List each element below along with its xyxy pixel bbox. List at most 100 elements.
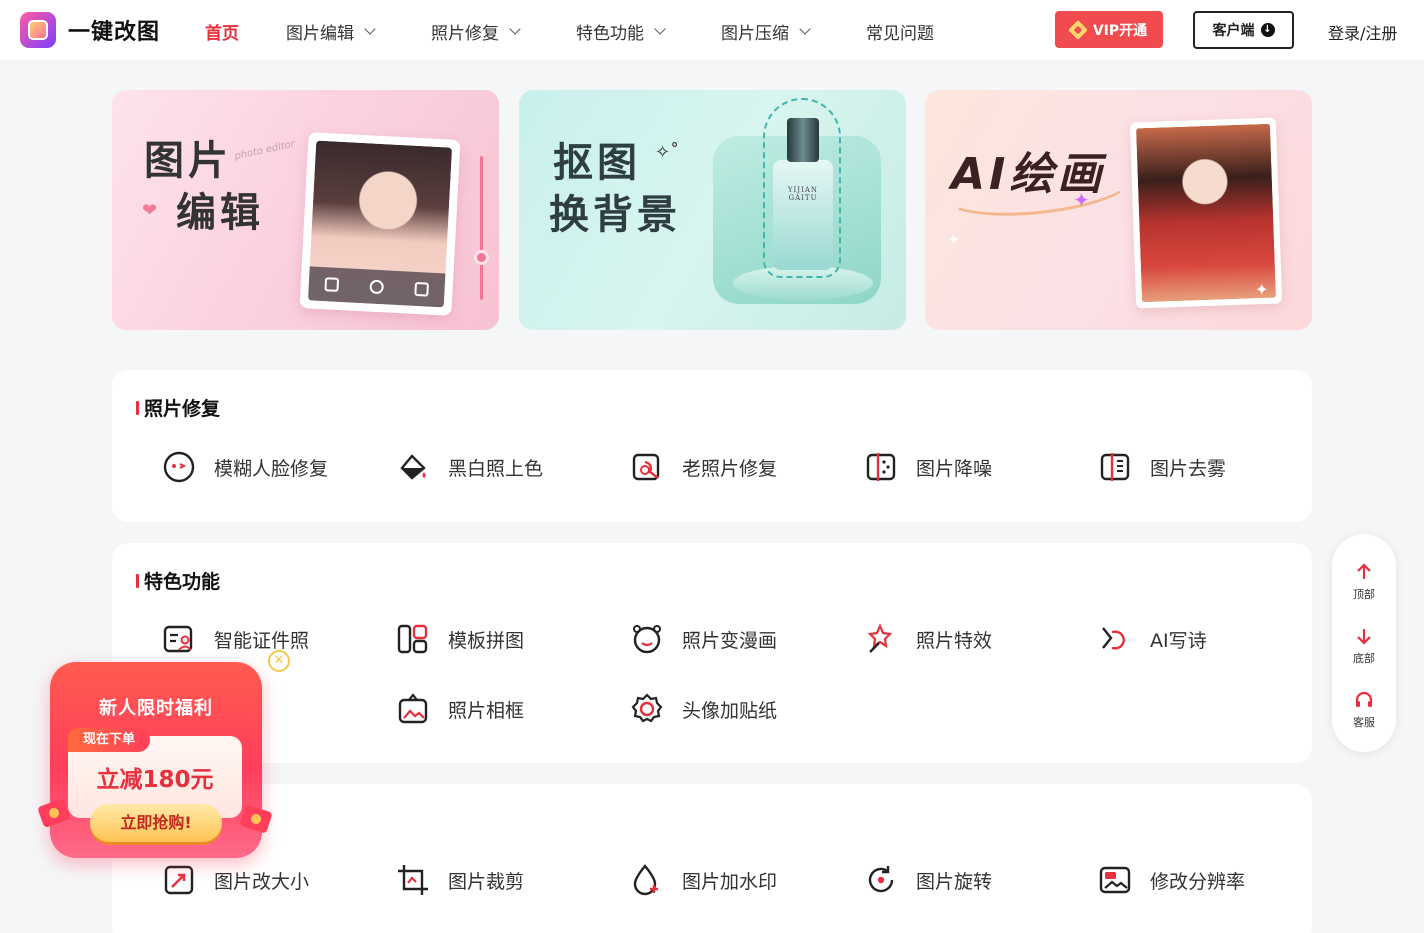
tool-label: 图片加水印 [682, 870, 778, 893]
old-photo-icon [630, 450, 664, 484]
sparkle-icon: ✦ [1255, 280, 1269, 299]
portrait-photo [299, 132, 461, 316]
nav-compress[interactable]: 图片压缩 [721, 19, 811, 44]
promo-tag: 现在下单 [68, 728, 150, 752]
tool-rotate[interactable]: 图片旋转 [864, 863, 992, 897]
adjust-icon [414, 281, 430, 297]
collage-icon [396, 622, 430, 656]
heart-icon: ❤ [142, 200, 158, 221]
tool-label: 照片相框 [448, 699, 525, 722]
cartoon-icon [630, 622, 664, 656]
tool-label: 图片裁剪 [448, 870, 525, 893]
promo-amount: 立减180元 [96, 767, 214, 793]
chevron-down-icon [364, 23, 376, 35]
chevron-down-icon [654, 23, 666, 35]
tool-sticker[interactable]: 头像加贴纸 [630, 692, 777, 726]
tool-resolution[interactable]: 修改分辨率 [1098, 863, 1245, 897]
tool-label: 模板拼图 [448, 629, 525, 652]
section-title: 照片修复 [136, 394, 220, 421]
sparkle-icon: ✦ [947, 230, 961, 249]
tool-label: 照片变漫画 [682, 629, 778, 652]
sparkle-icon: ✧˚ [655, 142, 680, 163]
tool-denoise[interactable]: 图片降噪 [864, 450, 992, 484]
tool-label: 照片特效 [916, 629, 993, 652]
new-user-promo-popup[interactable]: ✕ 新人限时福利 现在下单 立减180元 立即抢购! [37, 650, 290, 862]
tool-label: 老照片修复 [682, 457, 778, 480]
tool-old-photo[interactable]: 老照片修复 [630, 450, 777, 484]
tool-label: 头像加贴纸 [682, 699, 778, 722]
customer-service-button[interactable]: 客服 [1332, 690, 1396, 730]
scroll-top-button[interactable]: 顶部 [1332, 562, 1396, 602]
close-icon[interactable]: ✕ [268, 650, 290, 672]
tool-label: 智能证件照 [214, 629, 310, 652]
diamond-icon [1067, 19, 1088, 40]
logo-text[interactable]: 一键改图 [68, 14, 160, 46]
magic-wand-icon [864, 622, 898, 656]
tool-label: 图片去雾 [1150, 457, 1227, 480]
tool-crop[interactable]: 图片裁剪 [396, 863, 524, 897]
side-label: 顶部 [1353, 588, 1375, 601]
scroll-bottom-button[interactable]: 底部 [1332, 626, 1396, 666]
banner-title-line2: 编辑 [176, 190, 264, 236]
face-restore-icon [162, 450, 196, 484]
headset-icon [1355, 691, 1373, 707]
slider-handle [474, 250, 489, 265]
client-label: 客户端 [1212, 23, 1255, 39]
vip-label: VIP开通 [1092, 22, 1148, 39]
chevron-down-icon [799, 23, 811, 35]
tool-label: AI写诗 [1150, 629, 1207, 652]
banner-title-line1: 图片 [144, 138, 232, 184]
hd-icon [1098, 863, 1132, 897]
tool-face-restore[interactable]: 模糊人脸修复 [162, 450, 328, 484]
watermark-icon [630, 863, 664, 897]
tool-effects[interactable]: 照片特效 [864, 622, 992, 656]
promo-title: 新人限时福利 [99, 698, 213, 719]
chevron-down-icon [509, 23, 521, 35]
tool-label: 图片改大小 [214, 870, 310, 893]
login-register-link[interactable]: 登录/注册 [1328, 20, 1397, 44]
tool-watermark[interactable]: 图片加水印 [630, 863, 777, 897]
denoise-icon [864, 450, 898, 484]
tool-photo-frame[interactable]: 照片相框 [396, 692, 524, 726]
tool-label: 修改分辨率 [1150, 870, 1246, 893]
tool-label: 图片旋转 [916, 870, 993, 893]
section-photo-repair: 照片修复 模糊人脸修复 黑白照上色 老照片修复 图片降噪 图片去雾 [112, 370, 1312, 522]
photo-frame-icon [396, 692, 430, 726]
tool-colorize[interactable]: 黑白照上色 [396, 450, 543, 484]
banner-image-edit[interactable]: 图片 编辑 photo editor ❤ [112, 90, 499, 330]
top-navbar: 一键改图 首页 图片编辑 照片修复 特色功能 图片压缩 常见问题 VIP开通 客… [0, 0, 1424, 60]
banner-cutout[interactable]: 抠图 换背景 ✧˚ YIJIAN GAITU [519, 90, 906, 330]
nav-features[interactable]: 特色功能 [576, 19, 666, 44]
nav-image-edit[interactable]: 图片编辑 [286, 19, 376, 44]
slider-track [480, 156, 483, 300]
tool-cartoon[interactable]: 照片变漫画 [630, 622, 777, 656]
resize-icon [162, 863, 196, 897]
sticker-icon [630, 692, 664, 726]
logo-icon[interactable] [20, 12, 56, 48]
tool-resize[interactable]: 图片改大小 [162, 863, 309, 897]
tool-ai-poem[interactable]: AI写诗 [1098, 622, 1207, 656]
side-label: 客服 [1353, 716, 1375, 729]
section-features: 特色功能 智能证件照 模板拼图 照片变漫画 照片特效 AI写诗 签名 照片相框 … [112, 543, 1312, 763]
banner-title-line2: 换背景 [549, 192, 681, 238]
nav-photo-repair[interactable]: 照片修复 [431, 19, 521, 44]
arrow-up-icon [1357, 563, 1371, 579]
rotate-icon [864, 863, 898, 897]
nav-home[interactable]: 首页 [205, 19, 239, 44]
download-icon: ↓ [1260, 23, 1275, 37]
nav-faq[interactable]: 常见问题 [866, 19, 934, 44]
client-download-button[interactable]: 客户端 ↓ [1193, 11, 1294, 49]
promo-buy-button[interactable]: 立即抢购! [90, 804, 222, 842]
star-wand-icon: ✦ [1073, 188, 1090, 212]
banner-ai-painting[interactable]: AI绘画 ✦ ✦ ✦ [925, 90, 1312, 330]
crop-icon [324, 277, 339, 292]
tool-collage[interactable]: 模板拼图 [396, 622, 524, 656]
tool-id-photo[interactable]: 智能证件照 [162, 622, 309, 656]
tool-label: 模糊人脸修复 [214, 457, 329, 480]
paint-bucket-icon [396, 450, 430, 484]
side-label: 底部 [1353, 652, 1375, 665]
tool-dehaze[interactable]: 图片去雾 [1098, 450, 1226, 484]
crop-icon [396, 863, 430, 897]
vip-button[interactable]: VIP开通 [1055, 11, 1163, 48]
tool-label: 黑白照上色 [448, 457, 544, 480]
